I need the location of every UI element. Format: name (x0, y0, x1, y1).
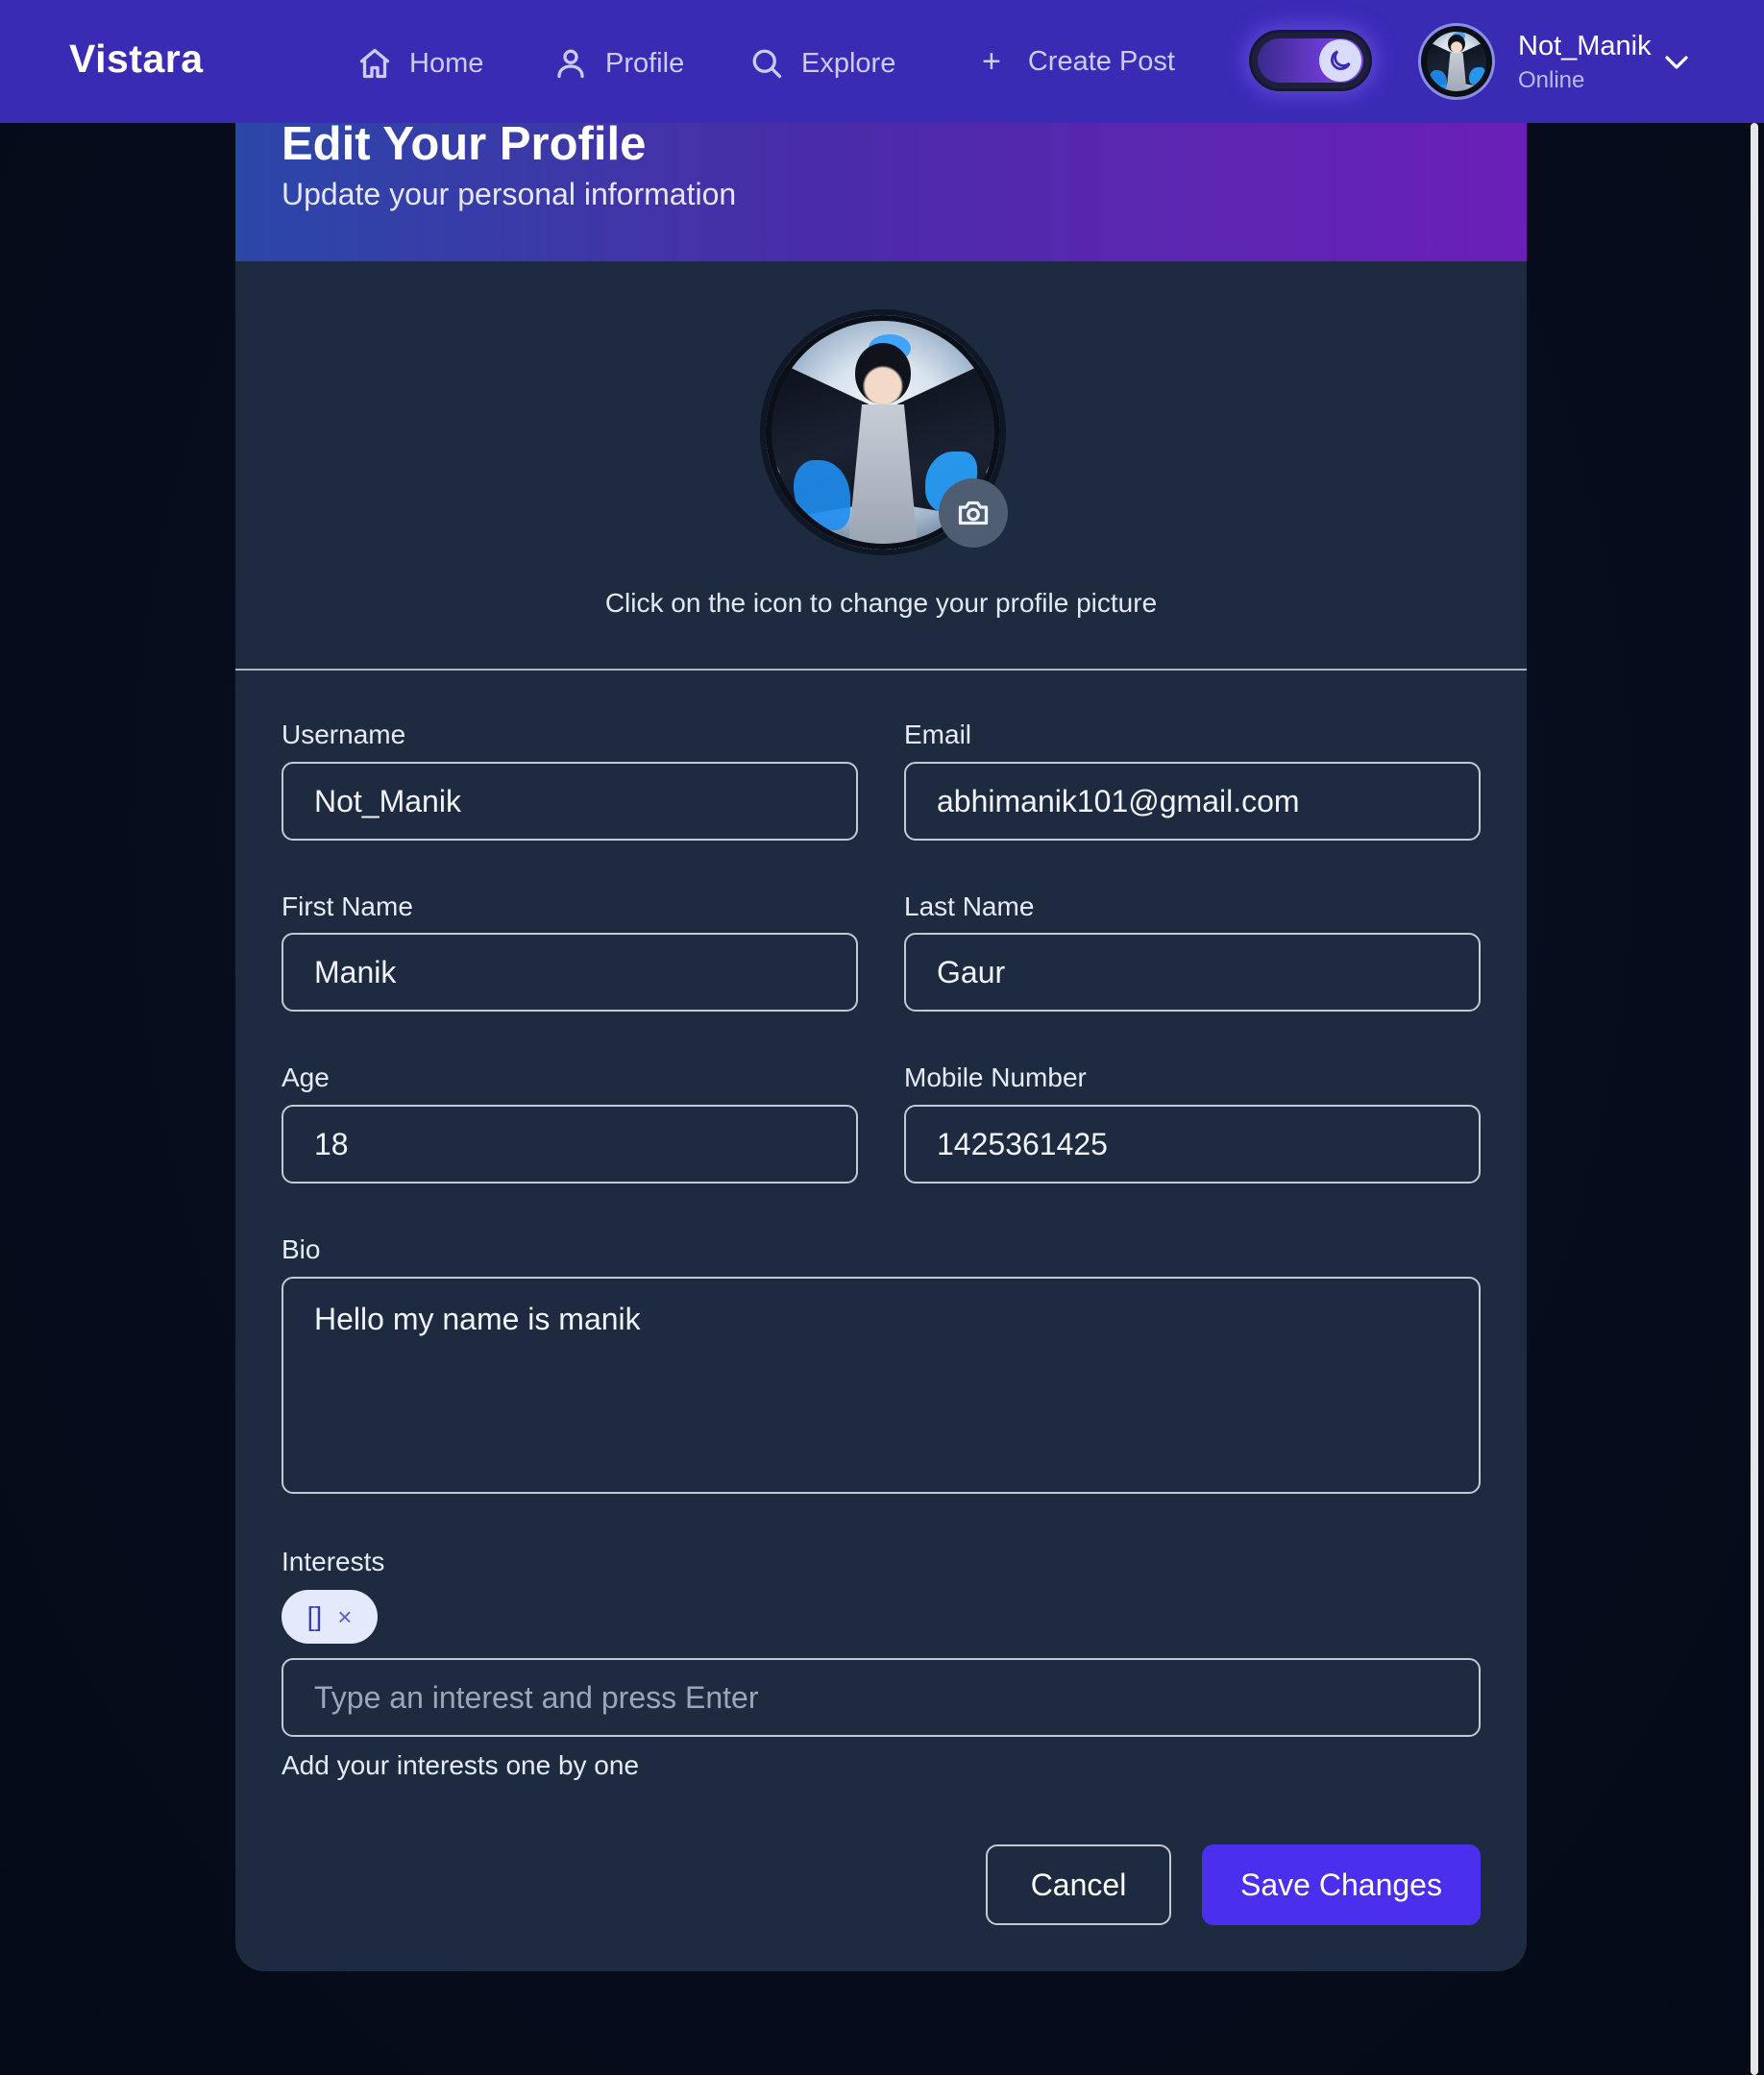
page-scrollbar[interactable] (1751, 123, 1758, 2075)
theme-toggle-knob (1319, 39, 1361, 82)
age-label: Age (282, 1062, 330, 1092)
email-label: Email (904, 720, 972, 749)
email-input[interactable]: abhimanik101@gmail.com (904, 762, 1481, 841)
interest-input[interactable]: Type an interest and press Enter (282, 1658, 1481, 1737)
page-subtitle: Update your personal information (282, 177, 737, 211)
avatar-image (1421, 26, 1492, 97)
nav-profile[interactable]: Profile (553, 42, 684, 85)
first-name-label: First Name (282, 891, 413, 921)
plus-icon: + (982, 43, 1001, 80)
remove-tag-icon[interactable]: × (337, 1602, 352, 1632)
user-avatar[interactable] (1418, 23, 1495, 100)
user-status: Online (1518, 67, 1585, 93)
page-title: Edit Your Profile (282, 123, 647, 170)
username-label: Username (282, 720, 406, 749)
top-navbar: Vistara Home Profile Explore + Create Po… (0, 0, 1764, 123)
moon-icon (1331, 50, 1351, 70)
nav-create-post[interactable]: + Create Post (982, 40, 1175, 83)
age-input[interactable]: 18 (282, 1105, 858, 1184)
profile-picture-section (760, 309, 1008, 555)
change-picture-button[interactable] (939, 478, 1008, 548)
edit-profile-card: Edit Your Profile Update your personal i… (235, 123, 1527, 1971)
last-name-input[interactable]: Gaur (904, 933, 1481, 1012)
nav-create-post-label: Create Post (1027, 45, 1175, 77)
interests-label: Interests (282, 1547, 385, 1576)
user-name[interactable]: Not_Manik (1518, 31, 1652, 62)
theme-toggle[interactable] (1249, 30, 1372, 91)
home-icon (359, 48, 390, 79)
chevron-down-icon (1665, 56, 1688, 69)
nav-home[interactable]: Home (357, 42, 483, 85)
first-name-input[interactable]: Manik (282, 933, 858, 1012)
nav-profile-label: Profile (605, 47, 685, 79)
bio-label: Bio (282, 1234, 321, 1264)
interests-helper: Add your interests one by one (282, 1750, 640, 1780)
search-icon (752, 49, 782, 79)
interest-tag: [] × (282, 1590, 378, 1644)
mobile-input[interactable]: 1425361425 (904, 1105, 1481, 1184)
nav-explore[interactable]: Explore (749, 42, 895, 85)
mobile-label: Mobile Number (904, 1062, 1087, 1092)
interest-tag-label: [] (306, 1601, 323, 1631)
last-name-label: Last Name (904, 891, 1035, 921)
user-menu-chevron[interactable] (1662, 50, 1691, 75)
user-icon (557, 49, 584, 79)
bio-textarea[interactable]: Hello my name is manik (282, 1277, 1481, 1494)
section-divider (235, 669, 1527, 671)
nav-explore-label: Explore (801, 47, 896, 79)
avatar-hint: Click on the icon to change your profile… (604, 588, 1158, 618)
camera-icon (958, 500, 989, 525)
brand-logo[interactable]: Vistara (69, 37, 204, 82)
card-header: Edit Your Profile Update your personal i… (235, 123, 1527, 261)
nav-home-label: Home (409, 47, 484, 79)
username-input[interactable]: Not_Manik (282, 762, 858, 841)
save-changes-button[interactable]: Save Changes (1202, 1844, 1481, 1925)
cancel-button[interactable]: Cancel (986, 1844, 1171, 1925)
